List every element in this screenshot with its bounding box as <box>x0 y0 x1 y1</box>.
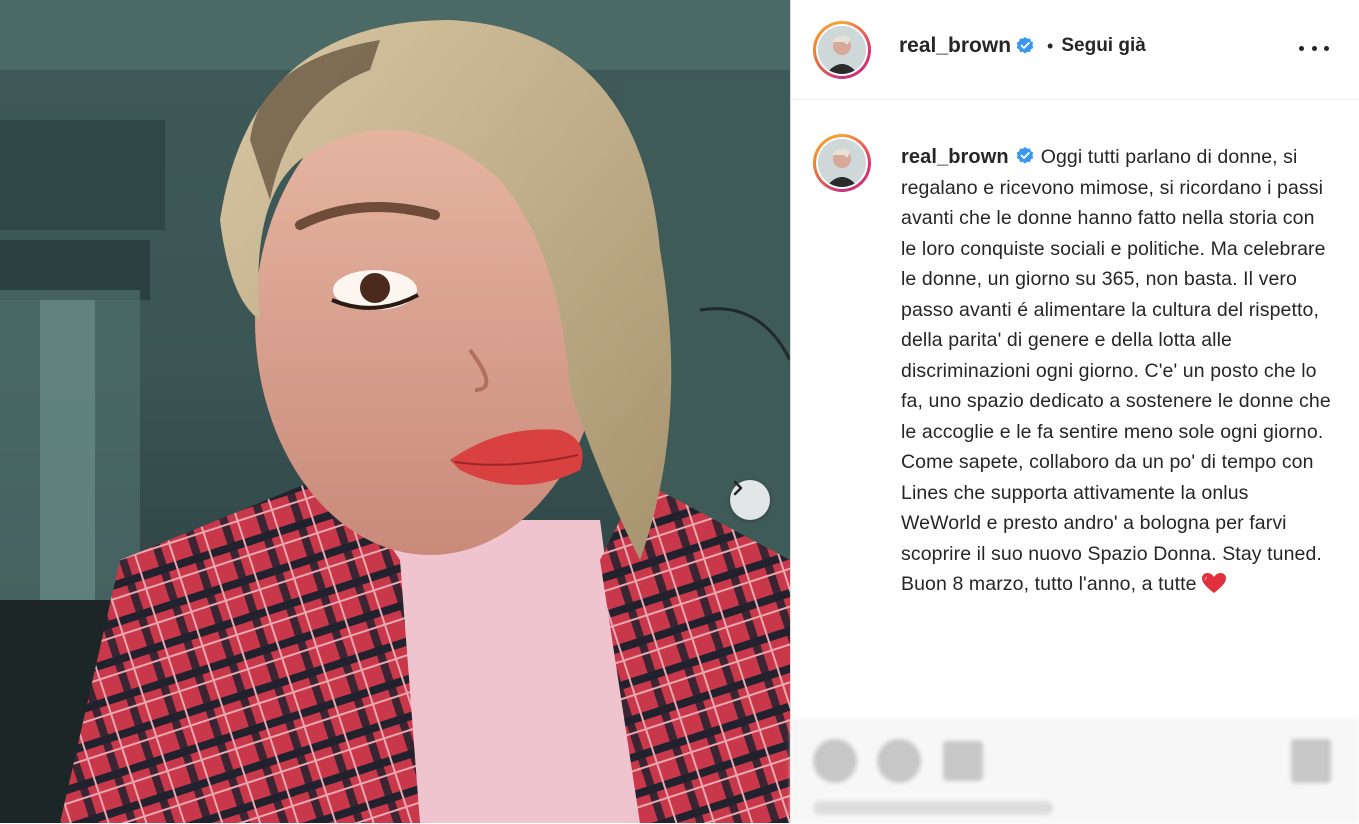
caption-username[interactable]: real_brown <box>901 146 1009 168</box>
caption-avatar[interactable] <box>813 134 871 192</box>
likes-placeholder <box>813 801 1053 815</box>
caption-body: Oggi tutti parlano di donne, si regalano… <box>901 146 1331 595</box>
comment-icon[interactable] <box>877 739 921 783</box>
post-details-panel: real_brown • Segui già real_brown Oggi t… <box>790 0 1359 824</box>
chevron-right-icon <box>733 480 743 496</box>
profile-picture <box>818 26 866 74</box>
post-header: real_brown • Segui già <box>791 0 1359 100</box>
save-icon[interactable] <box>1291 739 1331 783</box>
avatar[interactable] <box>813 21 871 79</box>
blurred-action-bar <box>791 720 1359 824</box>
like-icon[interactable] <box>813 739 857 783</box>
share-icon[interactable] <box>943 741 983 781</box>
caption-section: real_brown Oggi tutti parlano di donne, … <box>791 100 1359 720</box>
separator-dot: • <box>1047 35 1054 56</box>
post-photo[interactable] <box>0 0 790 823</box>
selfie-image <box>0 0 790 823</box>
carousel-next-button[interactable] <box>730 480 770 520</box>
verified-badge-icon <box>1016 37 1034 54</box>
header-username[interactable]: real_brown <box>899 34 1011 58</box>
verified-badge-icon <box>1016 147 1034 164</box>
more-options-icon[interactable] <box>1299 38 1329 58</box>
profile-picture <box>818 139 866 187</box>
post-caption: real_brown Oggi tutti parlano di donne, … <box>901 142 1331 600</box>
following-button[interactable]: Segui già <box>1061 35 1145 57</box>
red-heart-icon <box>1201 573 1226 593</box>
